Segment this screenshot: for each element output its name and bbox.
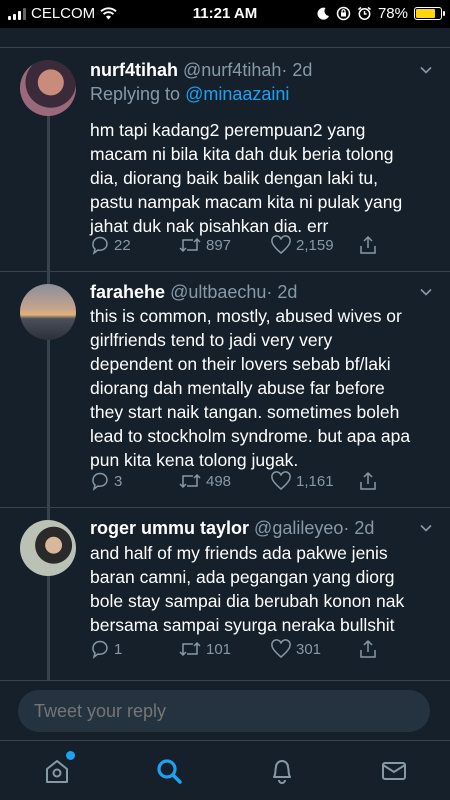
tweet-time: · 2d — [281, 60, 313, 80]
reply-area — [0, 680, 450, 740]
thread-line — [47, 576, 50, 680]
tweet-actions: 3 498 1,161 — [90, 471, 390, 493]
search-icon — [157, 759, 182, 784]
thread-line — [47, 340, 50, 508]
tweet-item[interactable]: farahehe @ultbaechu· 2d this is common, … — [0, 272, 450, 508]
share-button[interactable] — [358, 639, 378, 659]
replying-to-link[interactable]: @minaazaini — [185, 84, 289, 104]
thread-line — [47, 272, 50, 284]
tweet-header: roger ummu taylor @galileyeo· 2d — [90, 518, 410, 539]
tweet-text: hm tapi kadang2 perempuan2 yang macam ni… — [90, 120, 403, 236]
status-bar: CELCOM 11:21 AM 78% — [0, 0, 450, 28]
retweet-count: 897 — [206, 236, 232, 254]
tweet-actions: 22 897 2,159 — [90, 235, 390, 257]
share-button[interactable] — [358, 471, 378, 491]
home-icon — [46, 760, 68, 783]
chevron-down-icon[interactable] — [420, 286, 432, 298]
reply-icon — [92, 472, 108, 491]
author-name[interactable]: nurf4tihah — [90, 60, 178, 80]
retweet-count: 498 — [206, 472, 232, 490]
tweet-time: · 2d — [266, 282, 298, 302]
author-handle[interactable]: @galileyeo — [254, 518, 343, 538]
reply-input[interactable] — [18, 690, 430, 732]
reply-icon — [92, 640, 108, 659]
like-button[interactable]: 301 — [270, 639, 321, 659]
share-icon — [360, 235, 376, 254]
tab-notifications[interactable] — [268, 757, 296, 785]
replying-to-label: Replying to — [90, 84, 181, 104]
chevron-down-icon[interactable] — [420, 522, 432, 534]
status-right: 78% — [317, 5, 445, 22]
reply-count: 3 — [114, 472, 123, 490]
tweet-time: · 2d — [343, 518, 375, 538]
author-handle[interactable]: @nurf4tihah — [183, 60, 281, 80]
retweet-icon — [179, 473, 201, 489]
reply-count: 1 — [114, 640, 123, 658]
reply-button[interactable]: 22 — [90, 235, 131, 255]
thread-line — [47, 114, 50, 272]
notification-dot — [66, 751, 75, 760]
tab-bar — [0, 740, 450, 800]
reply-button[interactable]: 1 — [90, 639, 122, 659]
battery-percent: 78% — [377, 5, 408, 22]
replying-to: Replying to @minaazaini — [90, 84, 289, 105]
top-strip — [0, 28, 450, 48]
avatar[interactable] — [20, 284, 76, 340]
tweet-text: this is common, mostly, abused wives or … — [90, 306, 411, 470]
like-button[interactable]: 1,161 — [270, 471, 334, 491]
tweet-item[interactable]: nurf4tihah @nurf4tihah· 2d Replying to @… — [0, 48, 450, 272]
like-count: 1,161 — [296, 472, 334, 490]
messages-icon — [382, 762, 406, 780]
avatar[interactable] — [20, 60, 76, 116]
share-button[interactable] — [358, 235, 378, 255]
thread-line — [47, 508, 50, 520]
tab-search[interactable] — [155, 757, 183, 785]
reply-icon — [92, 236, 108, 255]
tweet-item[interactable]: roger ummu taylor @galileyeo· 2d and hal… — [0, 508, 450, 680]
orientation-lock-icon — [336, 6, 351, 21]
tab-home[interactable] — [43, 751, 75, 785]
share-icon — [360, 639, 376, 658]
like-count: 2,159 — [296, 236, 334, 254]
author-name[interactable]: farahehe — [90, 282, 165, 302]
notifications-icon — [273, 760, 291, 784]
avatar[interactable] — [20, 520, 76, 576]
tweet-header: nurf4tihah @nurf4tihah· 2d — [90, 60, 410, 81]
retweet-button[interactable]: 498 — [178, 471, 231, 491]
moon-icon — [317, 7, 329, 20]
share-icon — [360, 471, 376, 490]
like-button[interactable]: 2,159 — [270, 235, 334, 255]
battery-level — [416, 9, 435, 18]
tweet-text: and half of my friends ada pakwe jenis b… — [90, 543, 405, 635]
retweet-icon — [179, 237, 201, 253]
author-handle[interactable]: @ultbaechu — [170, 282, 266, 302]
heart-icon — [271, 235, 291, 254]
tweet-header: farahehe @ultbaechu· 2d — [90, 282, 410, 303]
heart-icon — [271, 471, 291, 490]
tweet-actions: 1 101 301 — [90, 639, 390, 661]
retweet-count: 101 — [206, 640, 232, 658]
heart-icon — [271, 639, 291, 658]
author-name[interactable]: roger ummu taylor — [90, 518, 249, 538]
alarm-icon — [358, 6, 371, 20]
retweet-button[interactable]: 897 — [178, 235, 231, 255]
retweet-icon — [179, 641, 201, 657]
battery-icon — [414, 7, 445, 20]
chevron-down-icon[interactable] — [420, 64, 432, 76]
retweet-button[interactable]: 101 — [178, 639, 231, 659]
reply-count: 22 — [114, 236, 131, 254]
like-count: 301 — [296, 640, 322, 658]
reply-button[interactable]: 3 — [90, 471, 122, 491]
tab-messages[interactable] — [380, 757, 408, 785]
